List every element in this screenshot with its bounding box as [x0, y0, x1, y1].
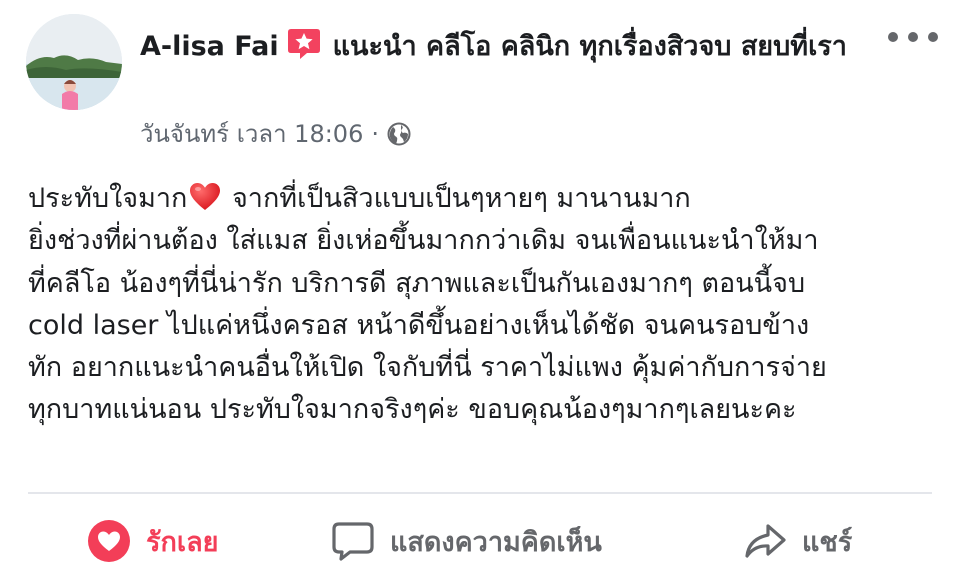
post-body-line: ยิ่งช่วงที่ผ่านต้อง ใส่แมส ยิ่งเห่อขึ้นม… — [28, 225, 819, 257]
avatar[interactable] — [26, 14, 122, 110]
post-body-line: ทุกบาทแน่นอน ประทับใจมากจริงๆค่ะ ขอบคุณน… — [28, 394, 797, 426]
post-title: A-lisa Fai แนะนำ คลีโอ คลินิก ทุกเรื่องส… — [140, 26, 880, 67]
meta-separator: · — [371, 120, 379, 148]
love-button[interactable]: รักเลย — [86, 510, 218, 572]
recommendation-text[interactable]: แนะนำ คลีโอ คลินิก ทุกเรื่องสิวจบ สยบที่… — [333, 31, 847, 62]
more-options-icon — [908, 32, 918, 42]
action-divider — [28, 492, 932, 494]
share-label: แชร์ — [802, 526, 853, 558]
love-label: รักเลย — [146, 526, 219, 558]
post-body-line: ที่คลีโอ น้องๆที่นี่น่ารัก บริการดี สุภา… — [28, 267, 806, 299]
star-badge-icon — [287, 29, 320, 59]
post-timestamp[interactable]: วันจันทร์ เวลา 18:06 — [140, 120, 363, 148]
comment-label: แสดงความคิดเห็น — [390, 526, 602, 558]
red-heart-emoji — [190, 183, 221, 210]
globe-icon[interactable] — [387, 122, 411, 146]
post-body: ประทับใจมาก จากที่เป็นสิวแบบเป็นๆหายๆ มา… — [28, 178, 938, 432]
more-options-button[interactable] — [888, 22, 938, 52]
post-actions: รักเลย แสดงความคิดเห็น แชร์ — [0, 510, 960, 572]
body-text-segment: จากที่เป็นสิวแบบเป็นๆหายๆ มานานมาก — [223, 183, 691, 214]
body-text-segment: ประทับใจมาก — [28, 183, 188, 214]
more-options-icon — [928, 32, 938, 42]
post-body-line: cold laser ไปแค่หนึ่งครอส หน้าดีขึ้นอย่า… — [28, 309, 810, 341]
share-arrow-icon — [745, 524, 786, 558]
more-options-icon — [888, 32, 898, 42]
love-reaction-icon — [88, 520, 130, 562]
author-name[interactable]: A-lisa Fai — [140, 31, 279, 62]
post-body-line: ประทับใจมาก จากที่เป็นสิวแบบเป็นๆหายๆ มา… — [28, 178, 938, 220]
comment-button[interactable]: แสดงความคิดเห็น — [330, 510, 602, 572]
share-button[interactable]: แชร์ — [742, 510, 852, 572]
post-meta: วันจันทร์ เวลา 18:06 · — [140, 116, 411, 152]
post-header: A-lisa Fai แนะนำ คลีโอ คลินิก ทุกเรื่องส… — [0, 0, 960, 160]
post-body-line: ทัก อยากแนะนำคนอื่นให้เปิด ใจกับที่นี่ ร… — [28, 352, 827, 384]
comment-bubble-icon — [332, 522, 374, 561]
profile-photo — [26, 14, 122, 110]
